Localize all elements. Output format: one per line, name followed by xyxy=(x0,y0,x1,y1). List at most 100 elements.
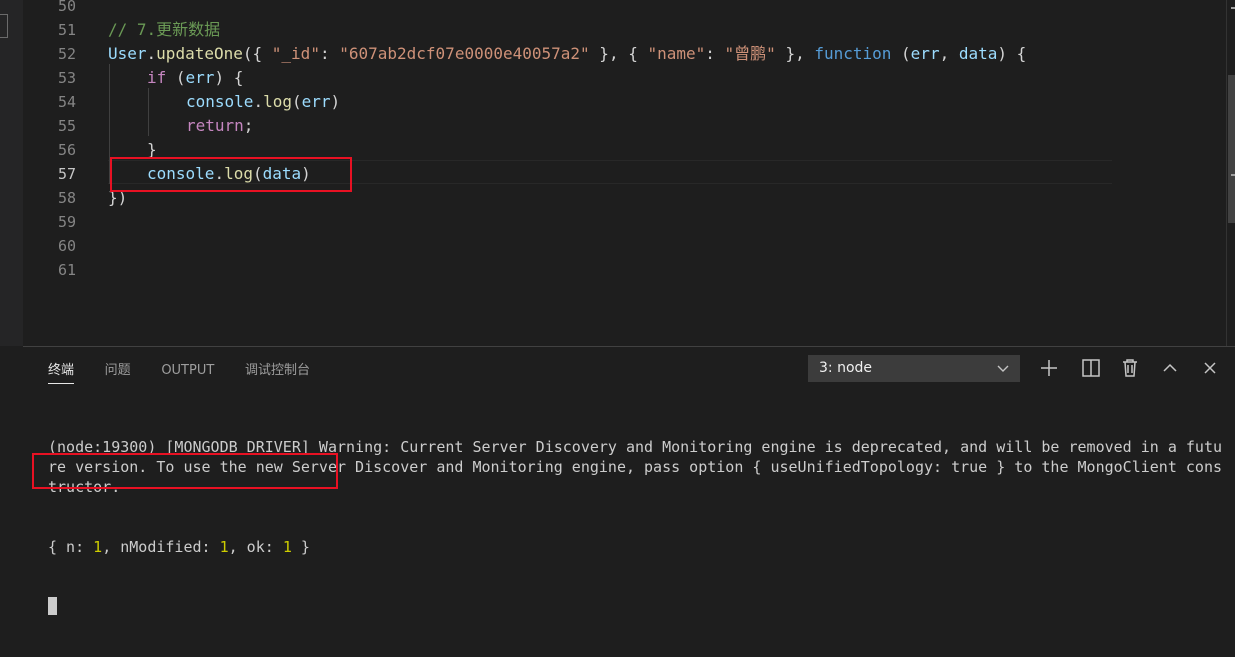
line-number: 51 xyxy=(57,21,76,39)
line-number: 53 xyxy=(57,69,76,87)
activity-bar xyxy=(0,0,23,346)
result-line: { n: 1, nModified: 1, ok: 1 } xyxy=(48,538,310,556)
code-token: "607ab2dcf07e0000e40057a2" xyxy=(339,44,590,63)
code-token: , xyxy=(939,44,959,63)
code-token: ) xyxy=(330,92,341,111)
code-text: console.log(err) xyxy=(186,90,340,114)
code-line[interactable]: 50 xyxy=(23,0,1123,18)
terminal-cursor-line xyxy=(48,597,1228,617)
code-token: log xyxy=(224,164,253,183)
overview-ruler-mark xyxy=(1231,174,1235,176)
code-text: console.log(data) xyxy=(147,162,311,186)
code-token: "_id" xyxy=(271,44,320,63)
code-text: User.updateOne({ "_id": "607ab2dcf07e000… xyxy=(108,42,1026,66)
code-line[interactable]: 59 xyxy=(23,210,1123,234)
code-token: data xyxy=(958,44,998,63)
terminal-select-value: 3: node xyxy=(819,360,873,376)
line-number: 52 xyxy=(57,45,76,63)
chevron-up-icon[interactable] xyxy=(1158,356,1182,380)
terminal-select[interactable]: 3: node xyxy=(808,355,1020,382)
explorer-icon[interactable] xyxy=(0,14,8,38)
tab-problems[interactable]: 问题 xyxy=(105,361,131,381)
result-nmodified: 1 xyxy=(219,538,229,556)
code-token: User xyxy=(108,44,147,63)
code-token: if xyxy=(147,68,167,87)
code-token: : xyxy=(705,44,725,63)
code-line[interactable]: 53 if (err) { xyxy=(23,66,1123,90)
line-number: 61 xyxy=(57,261,76,279)
code-token: // 7.更新数据 xyxy=(108,20,221,39)
code-token: ) { xyxy=(997,44,1027,63)
code-token: console xyxy=(147,164,215,183)
code-token: ({ xyxy=(242,44,272,63)
tab-debug-console[interactable]: 调试控制台 xyxy=(245,361,310,381)
code-token: err xyxy=(301,92,331,111)
code-text: // 7.更新数据 xyxy=(108,18,220,42)
close-icon[interactable] xyxy=(1198,356,1222,380)
code-token: log xyxy=(263,92,292,111)
trash-icon[interactable] xyxy=(1118,356,1142,380)
tab-output[interactable]: OUTPUT xyxy=(161,361,214,381)
code-text: if (err) { xyxy=(147,66,243,90)
line-number: 56 xyxy=(57,141,76,159)
terminal-output[interactable]: (node:19300) [MONGODB DRIVER] Warning: C… xyxy=(48,397,1228,657)
code-token: "name" xyxy=(647,44,706,63)
terminal-cursor xyxy=(48,597,57,615)
code-token: return xyxy=(186,116,244,135)
code-line[interactable]: 56} xyxy=(23,138,1123,162)
code-token: . xyxy=(253,92,264,111)
code-editor[interactable]: 50 51// 7.更新数据 52 User.updateOne({ "_id": "… xyxy=(23,0,1235,346)
code-line[interactable]: 61 xyxy=(23,258,1123,282)
code-token: } xyxy=(147,140,157,159)
editor-scrollbar[interactable] xyxy=(1226,0,1235,346)
result-ok: 1 xyxy=(282,538,292,556)
line-number: 57 xyxy=(57,165,76,183)
code-token: ( xyxy=(252,164,263,183)
code-token: err xyxy=(910,44,940,63)
code-token: : xyxy=(319,44,340,63)
overview-ruler-mark xyxy=(1231,7,1235,9)
code-line[interactable]: 52 User.updateOne({ "_id": "607ab2dcf07e0… xyxy=(23,42,1123,66)
code-token: . xyxy=(146,44,157,63)
code-text: return; xyxy=(186,114,253,138)
line-number: 59 xyxy=(57,213,76,231)
line-number: 58 xyxy=(57,189,76,207)
code-line[interactable]: 55 return; xyxy=(23,114,1123,138)
plus-icon[interactable] xyxy=(1037,356,1061,380)
code-token: . xyxy=(214,164,225,183)
code-line[interactable]: 51 // 7.更新数据 xyxy=(23,18,1123,42)
line-number: 54 xyxy=(57,93,76,111)
code-token: }, xyxy=(775,44,815,63)
code-line[interactable]: 57 console.log(data) xyxy=(23,162,1123,186)
tab-terminal[interactable]: 终端 xyxy=(48,361,75,384)
code-token: console xyxy=(186,92,254,111)
code-token: ( xyxy=(291,92,302,111)
code-token: err xyxy=(185,68,215,87)
code-token: ; xyxy=(243,116,254,135)
code-token: data xyxy=(262,164,302,183)
code-token: ( xyxy=(891,44,911,63)
code-token: updateOne xyxy=(156,44,243,63)
code-token: "曾鹏" xyxy=(724,44,776,63)
split-icon[interactable] xyxy=(1079,356,1103,380)
line-number: 50 xyxy=(57,0,76,15)
code-line[interactable]: 54 console.log(err) xyxy=(23,90,1123,114)
code-token: }, { xyxy=(589,44,648,63)
code-line[interactable]: 58}) xyxy=(23,186,1123,210)
line-number: 55 xyxy=(57,117,76,135)
code-text: }) xyxy=(108,186,127,210)
warning-text: (node:19300) [MONGODB DRIVER] Warning: C… xyxy=(48,438,1222,496)
code-token: ) xyxy=(301,164,311,183)
code-token: function xyxy=(814,44,892,63)
code-token: ) { xyxy=(214,68,244,87)
code-line[interactable]: 60 xyxy=(23,234,1123,258)
code-text: } xyxy=(147,138,157,162)
panel-tabs: 终端 问题 OUTPUT 调试控制台 xyxy=(48,359,331,384)
scrollbar-thumb[interactable] xyxy=(1228,75,1235,223)
code-token: }) xyxy=(108,188,128,207)
bottom-panel: 终端 问题 OUTPUT 调试控制台 3: node (node:19300) … xyxy=(23,346,1235,615)
line-number: 60 xyxy=(57,237,76,255)
code-token: ( xyxy=(166,68,186,87)
chevron-down-icon xyxy=(997,356,1009,390)
result-n: 1 xyxy=(93,538,103,556)
